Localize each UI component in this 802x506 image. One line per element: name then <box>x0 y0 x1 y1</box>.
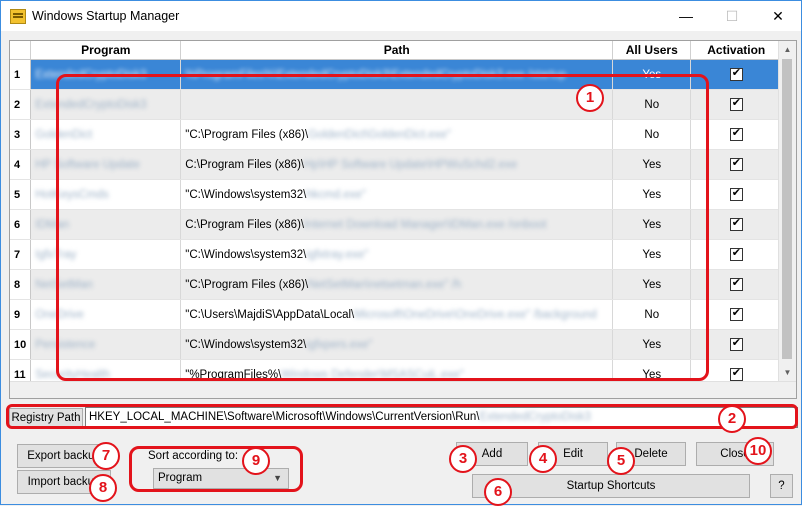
row-number[interactable]: 2 <box>10 89 32 120</box>
activation-checkbox[interactable] <box>729 126 743 141</box>
column-header-all-users[interactable]: All Users <box>612 41 692 60</box>
app-window: Windows Startup Manager — ☐ ✕ Program Pa… <box>0 0 802 506</box>
annotation-badge-5: 5 <box>607 447 635 475</box>
row-number[interactable]: 3 <box>10 119 32 150</box>
annotation-badge-10: 10 <box>744 437 772 465</box>
annotation-badge-2: 2 <box>718 405 746 433</box>
row-number[interactable]: 9 <box>10 299 32 330</box>
column-header-path[interactable]: Path <box>180 41 614 60</box>
activation-checkbox[interactable] <box>729 66 743 81</box>
app-icon <box>10 9 26 24</box>
annotation-badge-6: 6 <box>484 478 512 506</box>
activation-checkbox[interactable] <box>729 156 743 171</box>
column-header-activation[interactable]: Activation <box>690 41 783 60</box>
annotation-badge-7: 7 <box>92 442 120 470</box>
table-header: Program Path All Users Activation <box>10 41 783 60</box>
row-number[interactable]: 10 <box>10 329 32 360</box>
row-number[interactable]: 5 <box>10 179 32 210</box>
horizontal-scrollbar[interactable] <box>10 381 796 398</box>
row-number[interactable]: 1 <box>10 59 32 90</box>
activation-checkbox[interactable] <box>729 366 743 381</box>
row-number[interactable]: 4 <box>10 149 32 180</box>
annotation-badge-8: 8 <box>89 474 117 502</box>
activation-checkbox[interactable] <box>729 186 743 201</box>
annotation-badge-9: 9 <box>242 447 270 475</box>
minimize-button[interactable]: — <box>663 1 709 31</box>
scroll-thumb[interactable] <box>782 59 792 359</box>
close-window-button[interactable]: ✕ <box>755 1 801 31</box>
header-corner <box>10 41 32 60</box>
scroll-down-arrow-icon[interactable]: ▼ <box>779 364 796 381</box>
activation-checkbox[interactable] <box>729 216 743 231</box>
annotation-badge-1: 1 <box>576 84 604 112</box>
maximize-button: ☐ <box>725 8 739 24</box>
row-number[interactable]: 7 <box>10 239 32 270</box>
window-title: Windows Startup Manager <box>32 9 180 23</box>
activation-checkbox[interactable] <box>729 336 743 351</box>
column-header-program[interactable]: Program <box>30 41 182 60</box>
vertical-scrollbar[interactable]: ▲ ▼ <box>778 41 796 381</box>
callout-table-region <box>56 74 709 381</box>
scroll-up-arrow-icon[interactable]: ▲ <box>779 41 796 58</box>
row-number[interactable]: 6 <box>10 209 32 240</box>
activation-checkbox[interactable] <box>729 276 743 291</box>
activation-checkbox[interactable] <box>729 306 743 321</box>
row-number[interactable]: 8 <box>10 269 32 300</box>
title-bar: Windows Startup Manager — ☐ ✕ <box>1 1 801 31</box>
annotation-badge-3: 3 <box>449 445 477 473</box>
activation-checkbox[interactable] <box>729 96 743 111</box>
annotation-badge-4: 4 <box>529 445 557 473</box>
callout-registry-path <box>6 404 798 429</box>
help-button[interactable]: ? <box>770 474 793 498</box>
startup-shortcuts-button[interactable]: Startup Shortcuts <box>472 474 750 498</box>
activation-checkbox[interactable] <box>729 246 743 261</box>
callout-sort-group <box>129 446 303 492</box>
